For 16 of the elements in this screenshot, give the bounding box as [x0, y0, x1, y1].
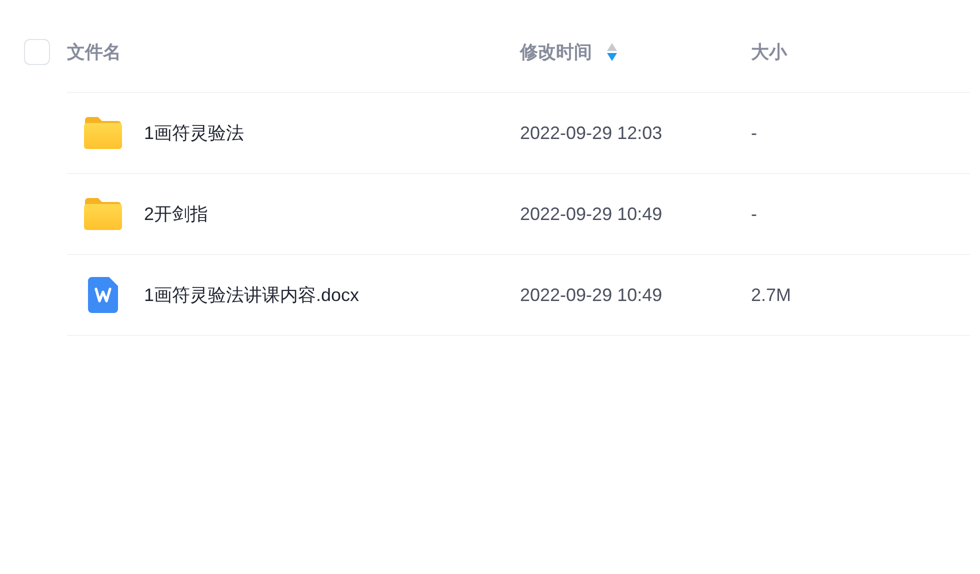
modified-time: 2022-09-29 12:03: [520, 122, 664, 144]
file-name[interactable]: 1画符灵验法: [144, 120, 520, 146]
file-size: -: [751, 122, 757, 144]
modified-time: 2022-09-29 10:49: [520, 202, 664, 226]
folder-icon: [82, 196, 122, 232]
modified-time: 2022-09-29 10:49: [520, 284, 664, 306]
file-name[interactable]: 2开剑指: [144, 200, 520, 228]
column-header: 文件名: [67, 40, 121, 64]
select-all-checkbox[interactable]: [24, 39, 50, 65]
file-size: -: [751, 202, 757, 226]
word-document-icon: [88, 277, 118, 313]
sort-icon[interactable]: [606, 42, 618, 62]
file-name[interactable]: 1画符灵验法讲课内容.docx: [144, 282, 520, 308]
column-header: 大小: [751, 40, 787, 64]
folder-icon: [82, 115, 122, 151]
file-size: 2.7M: [751, 284, 792, 306]
